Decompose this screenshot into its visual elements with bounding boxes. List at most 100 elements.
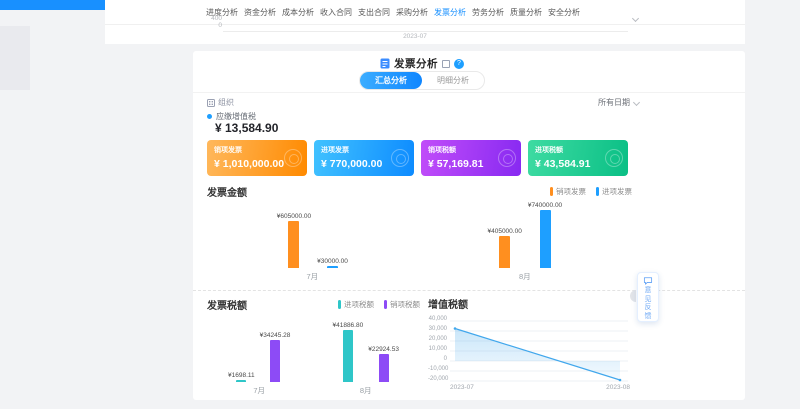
summary-card: 销项税额¥ 57,169.81	[421, 140, 521, 176]
bars: ¥605000.00 ¥30000.00	[277, 198, 348, 268]
legend-label: 进项发票	[602, 186, 632, 197]
filter-row: 组织 所有日期	[207, 97, 639, 108]
category-label: 7月	[307, 271, 319, 282]
bar-group: ¥1698.11 ¥34245.28 7月	[228, 318, 290, 396]
bar-value-label: ¥22924.53	[368, 346, 399, 353]
left-gutter-shadow	[0, 26, 30, 90]
category-label: 8月	[519, 271, 531, 282]
category-label: 8月	[360, 385, 372, 396]
bar-value-label: ¥405000.00	[487, 228, 521, 235]
section-title: 增值税额	[428, 300, 468, 311]
bar-group: ¥405000.00 ¥740000.00 8月	[487, 198, 562, 282]
bar-unit: ¥740000.00	[528, 198, 562, 268]
remnant-gridline	[223, 31, 628, 32]
summary-card-label: 销项税额	[428, 145, 514, 155]
legend-label: 进项税额	[344, 299, 374, 310]
invoice-tax-legend: 进项税额 销项税额	[338, 299, 420, 310]
page-title: 发票分析	[394, 56, 438, 71]
bar-进项发票	[327, 266, 338, 268]
invoice-tax-bar-chart: ¥1698.11 ¥34245.28 7月 ¥41886.80 ¥22924.53 8月	[207, 318, 420, 396]
org-filter-label: 组织	[218, 97, 234, 108]
dashed-divider	[193, 290, 745, 291]
feedback-handle[interactable]	[630, 290, 636, 302]
bar-进项税额	[236, 380, 246, 382]
bar-unit: ¥34245.28	[260, 318, 291, 382]
bar-value-label: ¥41886.80	[332, 322, 363, 329]
vat-line-chart-panel: 增值税额 40,00030,00020,00010,0000-10,000-20…	[428, 295, 630, 397]
legend-item[interactable]: 销项税额	[384, 299, 420, 310]
y-axis-tick: 20,000	[428, 336, 447, 342]
summary-card-label: 销项发票	[214, 145, 300, 155]
category-label: 7月	[253, 385, 265, 396]
data-point	[454, 327, 457, 330]
bar-unit: ¥605000.00	[277, 198, 311, 268]
section-title: 发票金额	[207, 184, 247, 199]
legend-marker-icon	[338, 300, 341, 309]
y-axis-tick: 40,000	[428, 316, 447, 322]
summary-card-label: 进项发票	[321, 145, 407, 155]
view-tab-明细分析[interactable]: 明细分析	[422, 72, 484, 89]
legend-label: 销项发票	[556, 186, 586, 197]
invoice-analysis-card: 发票分析 ? 汇总分析明细分析 组织 所有日期 应缴增值税 ¥ 13,584.9…	[193, 51, 745, 400]
bar-unit: ¥1698.11	[228, 318, 255, 382]
legend-item[interactable]: 进项发票	[596, 186, 632, 197]
document-icon	[380, 58, 390, 69]
feedback-widget[interactable]: 意见反馈	[637, 272, 659, 322]
help-icon[interactable]: ?	[454, 59, 464, 69]
data-point	[619, 379, 622, 382]
section-title: 发票税额	[207, 297, 247, 312]
legend-item[interactable]: 销项发票	[550, 186, 586, 197]
view-tab-汇总分析[interactable]: 汇总分析	[360, 72, 422, 89]
legend-marker-icon	[596, 187, 599, 196]
building-icon	[207, 99, 215, 107]
chevron-down-icon	[633, 99, 640, 106]
bar-value-label: ¥34245.28	[260, 332, 291, 339]
summary-card: 进项税额¥ 43,584.91	[528, 140, 628, 176]
kpi-dot-icon	[207, 114, 212, 119]
legend-marker-icon	[384, 300, 387, 309]
legend-label: 销项税额	[390, 299, 420, 310]
bar-销项税额	[379, 354, 389, 383]
view-toggle: 汇总分析明细分析	[193, 71, 651, 90]
bar-value-label: ¥30000.00	[317, 258, 348, 265]
y-axis-tick: -10,000	[428, 366, 447, 372]
bar-进项发票	[540, 210, 551, 268]
x-axis-label: 2023-08	[606, 384, 630, 391]
bar-value-label: ¥1698.11	[228, 372, 255, 379]
y-axis-tick: -20,000	[428, 376, 447, 382]
y-axis-tick: 10,000	[428, 346, 447, 352]
feedback-label: 意见反馈	[645, 287, 652, 321]
legend-item[interactable]: 进项税额	[338, 299, 374, 310]
bars: ¥1698.11 ¥34245.28	[228, 318, 290, 382]
remnant-y-tick-zero: 0	[185, 22, 222, 29]
bar-value-label: ¥605000.00	[277, 213, 311, 220]
bar-销项发票	[288, 221, 299, 268]
invoice-amount-section-head: 发票金额 销项发票 进项发票	[207, 184, 632, 199]
bars: ¥41886.80 ¥22924.53	[332, 318, 398, 382]
remnant-x-label: 2023-07	[375, 33, 455, 40]
bar-进项税额	[343, 330, 353, 382]
header-divider	[193, 92, 745, 93]
scrolled-chart-remnant: 400 0 2023-07	[105, 14, 745, 44]
summary-card-label: 进项税额	[535, 145, 621, 155]
bar-group: ¥605000.00 ¥30000.00 7月	[277, 198, 348, 282]
summary-cards-row: 销项发票¥ 1,010,000.00进项发票¥ 770,000.00销项税额¥ …	[207, 140, 628, 176]
top-nav-card: 进度分析资金分析成本分析收入合同支出合同采购分析发票分析劳务分析质量分析安全分析…	[105, 0, 745, 44]
invoice-amount-legend: 销项发票 进项发票	[550, 186, 632, 197]
bar-销项税额	[270, 340, 280, 383]
summary-card: 进项发票¥ 770,000.00	[314, 140, 414, 176]
x-axis-label: 2023-07	[450, 384, 474, 391]
expand-icon[interactable]	[442, 60, 450, 68]
card-header: 发票分析 ?	[193, 56, 651, 71]
vat-line-chart	[450, 320, 628, 382]
org-filter[interactable]: 组织	[207, 97, 234, 108]
bar-group: ¥41886.80 ¥22924.53 8月	[332, 318, 398, 396]
bar-value-label: ¥740000.00	[528, 202, 562, 209]
kpi-value: ¥ 13,584.90	[215, 121, 278, 135]
bar-unit: ¥22924.53	[368, 318, 399, 382]
summary-card: 销项发票¥ 1,010,000.00	[207, 140, 307, 176]
remnant-y-tick: 400	[185, 15, 222, 22]
legend-marker-icon	[550, 187, 553, 196]
date-filter[interactable]: 所有日期	[598, 97, 639, 108]
bars: ¥405000.00 ¥740000.00	[487, 198, 562, 268]
